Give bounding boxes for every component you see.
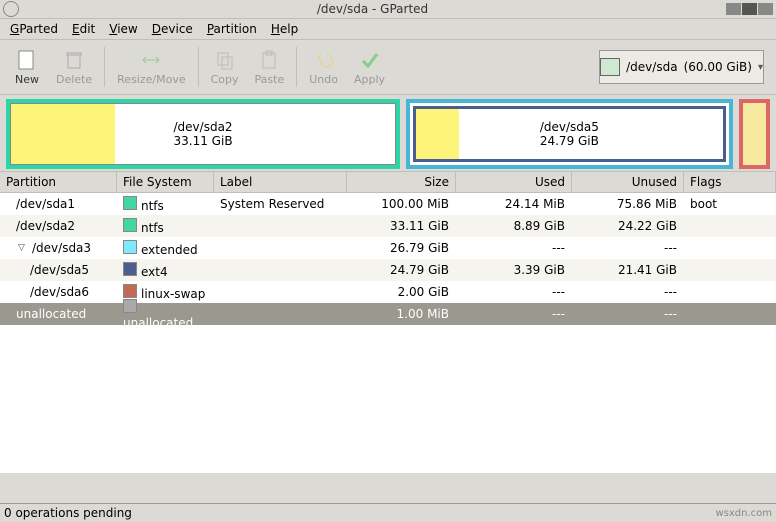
col-filesystem[interactable]: File System (117, 172, 214, 192)
col-flags[interactable]: Flags (684, 172, 776, 192)
window-controls (726, 3, 773, 15)
menu-gparted[interactable]: GParted (10, 22, 58, 36)
expander-icon[interactable]: ▽ (18, 243, 28, 253)
menu-device[interactable]: Device (152, 22, 193, 36)
menubar: GParted Edit View Device Partition Help (0, 19, 776, 40)
apply-button[interactable]: Apply (346, 42, 393, 92)
separator (198, 47, 199, 87)
window-title: /dev/sda - GParted (19, 2, 726, 16)
copy-button[interactable]: Copy (203, 42, 247, 92)
table-row[interactable]: /dev/sda1ntfsSystem Reserved100.00 MiB24… (0, 193, 776, 215)
col-size[interactable]: Size (347, 172, 456, 192)
col-used[interactable]: Used (456, 172, 572, 192)
col-partition[interactable]: Partition (0, 172, 117, 192)
disk-size: (60.00 GiB) (684, 60, 752, 74)
disk-device: /dev/sda (626, 60, 677, 74)
maximize-button[interactable] (742, 3, 757, 15)
paste-icon (258, 49, 280, 71)
delete-icon (63, 49, 85, 71)
app-icon (3, 1, 19, 17)
table-row[interactable]: ▽/dev/sda3extended26.79 GiB------ (0, 237, 776, 259)
statusbar: 0 operations pending wsxdn.com (0, 503, 776, 522)
delete-button[interactable]: Delete (48, 42, 100, 92)
chevron-down-icon: ▾ (758, 62, 763, 73)
separator (104, 47, 105, 87)
col-unused[interactable]: Unused (572, 172, 684, 192)
status-text: 0 operations pending (4, 506, 132, 520)
menu-view[interactable]: View (109, 22, 137, 36)
viz-partition-extended[interactable]: /dev/sda5 24.79 GiB (406, 99, 733, 169)
fs-swatch (123, 262, 137, 276)
fs-swatch (123, 284, 137, 298)
viz-partition-swap[interactable] (739, 99, 770, 169)
minimize-button[interactable] (726, 3, 741, 15)
new-icon (16, 49, 38, 71)
fs-swatch (123, 299, 137, 313)
table-header: Partition File System Label Size Used Un… (0, 171, 776, 193)
fs-swatch (123, 196, 137, 210)
titlebar: /dev/sda - GParted (0, 0, 776, 19)
partition-table: /dev/sda1ntfsSystem Reserved100.00 MiB24… (0, 193, 776, 473)
fs-swatch (123, 218, 137, 232)
separator (296, 47, 297, 87)
copy-icon (214, 49, 236, 71)
paste-button[interactable]: Paste (247, 42, 293, 92)
fs-swatch (123, 240, 137, 254)
viz-partition-sda2[interactable]: /dev/sda2 33.11 GiB (6, 99, 400, 169)
partition-visualization: /dev/sda2 33.11 GiB /dev/sda5 24.79 GiB (6, 99, 770, 169)
table-row[interactable]: /dev/sda5ext424.79 GiB3.39 GiB21.41 GiB (0, 259, 776, 281)
undo-icon (313, 49, 335, 71)
col-label[interactable]: Label (214, 172, 347, 192)
close-button[interactable] (758, 3, 773, 15)
menu-partition[interactable]: Partition (207, 22, 257, 36)
menu-help[interactable]: Help (271, 22, 298, 36)
toolbar: New Delete Resize/Move Copy Paste Undo A… (0, 40, 776, 95)
disk-selector[interactable]: /dev/sda (60.00 GiB) ▾ (599, 50, 764, 84)
table-row[interactable]: unallocatedunallocated1.00 MiB------ (0, 303, 776, 325)
harddisk-icon (600, 58, 620, 76)
watermark: wsxdn.com (715, 508, 772, 519)
apply-icon (359, 49, 381, 71)
undo-button[interactable]: Undo (301, 42, 346, 92)
resize-icon (140, 49, 162, 71)
new-button[interactable]: New (6, 42, 48, 92)
resize-button[interactable]: Resize/Move (109, 42, 193, 92)
table-row[interactable]: /dev/sda2ntfs33.11 GiB8.89 GiB24.22 GiB (0, 215, 776, 237)
menu-edit[interactable]: Edit (72, 22, 95, 36)
